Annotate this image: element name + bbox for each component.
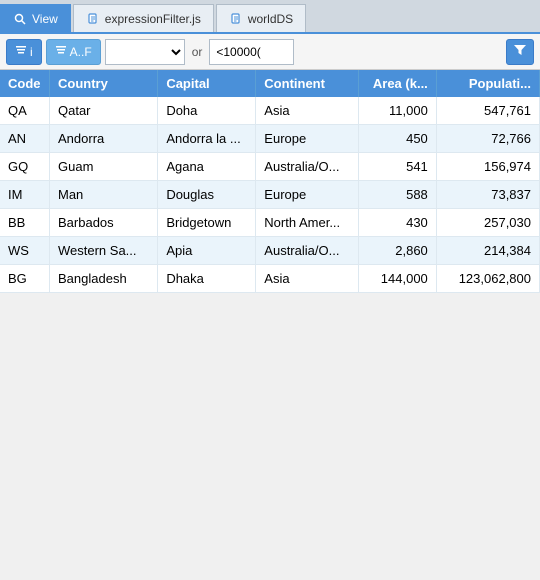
cell-continent: Europe [256, 125, 359, 153]
table-row: WSWestern Sa...ApiaAustralia/O...2,86021… [0, 237, 540, 265]
cell-population: 123,062,800 [436, 265, 539, 293]
cell-area: 430 [359, 209, 436, 237]
search-icon [13, 12, 27, 26]
cell-country: Bangladesh [50, 265, 158, 293]
tab-world-ds[interactable]: worldDS [216, 4, 306, 32]
cell-code: GQ [0, 153, 50, 181]
cell-population: 547,761 [436, 97, 539, 125]
condition-input[interactable] [209, 39, 294, 65]
cell-area: 11,000 [359, 97, 436, 125]
filter-list-icon [15, 44, 27, 59]
cell-capital: Doha [158, 97, 256, 125]
table-row: BGBangladeshDhakaAsia144,000123,062,800 [0, 265, 540, 293]
cell-continent: Europe [256, 181, 359, 209]
filter-af-button[interactable]: A..F [46, 39, 101, 65]
cell-code: BB [0, 209, 50, 237]
tab-view[interactable]: View [0, 4, 71, 32]
col-header-continent[interactable]: Continent [256, 70, 359, 97]
table-row: QAQatarDohaAsia11,000547,761 [0, 97, 540, 125]
cell-code: WS [0, 237, 50, 265]
cell-capital: Dhaka [158, 265, 256, 293]
cell-country: Qatar [50, 97, 158, 125]
file-icon-2 [229, 12, 243, 26]
cell-continent: Australia/O... [256, 153, 359, 181]
cell-continent: Australia/O... [256, 237, 359, 265]
cell-capital: Agana [158, 153, 256, 181]
cell-country: Western Sa... [50, 237, 158, 265]
col-header-country[interactable]: Country [50, 70, 158, 97]
cell-area: 2,860 [359, 237, 436, 265]
cell-area: 450 [359, 125, 436, 153]
cell-area: 541 [359, 153, 436, 181]
filter-dropdown[interactable] [105, 39, 185, 65]
col-header-population[interactable]: Populati... [436, 70, 539, 97]
table-row: GQGuamAganaAustralia/O...541156,974 [0, 153, 540, 181]
filter-az-icon [55, 44, 67, 59]
cell-capital: Andorra la ... [158, 125, 256, 153]
filter-af-label: A..F [70, 45, 92, 59]
cell-country: Guam [50, 153, 158, 181]
col-header-code[interactable]: Code [0, 70, 50, 97]
cell-continent: Asia [256, 265, 359, 293]
col-header-capital[interactable]: Capital [158, 70, 256, 97]
cell-area: 588 [359, 181, 436, 209]
cell-code: AN [0, 125, 50, 153]
cell-population: 72,766 [436, 125, 539, 153]
tab-bar: View expressionFilter.js worldDS [0, 0, 540, 34]
cell-code: QA [0, 97, 50, 125]
table-row: IMManDouglasEurope58873,837 [0, 181, 540, 209]
or-label: or [189, 45, 206, 59]
cell-continent: Asia [256, 97, 359, 125]
col-header-area[interactable]: Area (k... [359, 70, 436, 97]
data-table-wrapper[interactable]: Code Country Capital Continent Area (k..… [0, 70, 540, 580]
table-row: ANAndorraAndorra la ...Europe45072,766 [0, 125, 540, 153]
tab-expression-filter-label: expressionFilter.js [105, 12, 201, 26]
data-table: Code Country Capital Continent Area (k..… [0, 70, 540, 293]
filter-i-button[interactable]: i [6, 39, 42, 65]
table-header-row: Code Country Capital Continent Area (k..… [0, 70, 540, 97]
cell-capital: Bridgetown [158, 209, 256, 237]
cell-population: 257,030 [436, 209, 539, 237]
cell-population: 156,974 [436, 153, 539, 181]
tab-world-ds-label: worldDS [248, 12, 293, 26]
cell-capital: Apia [158, 237, 256, 265]
funnel-button[interactable] [506, 39, 534, 65]
cell-population: 73,837 [436, 181, 539, 209]
tab-expression-filter[interactable]: expressionFilter.js [73, 4, 214, 32]
cell-country: Man [50, 181, 158, 209]
tab-view-label: View [32, 12, 58, 26]
cell-population: 214,384 [436, 237, 539, 265]
cell-area: 144,000 [359, 265, 436, 293]
cell-code: IM [0, 181, 50, 209]
funnel-icon [513, 43, 527, 60]
cell-code: BG [0, 265, 50, 293]
file-icon-1 [86, 12, 100, 26]
cell-country: Andorra [50, 125, 158, 153]
filter-i-label: i [30, 45, 33, 59]
cell-capital: Douglas [158, 181, 256, 209]
table-row: BBBarbadosBridgetownNorth Amer...430257,… [0, 209, 540, 237]
toolbar: i A..F or [0, 34, 540, 70]
cell-continent: North Amer... [256, 209, 359, 237]
cell-country: Barbados [50, 209, 158, 237]
